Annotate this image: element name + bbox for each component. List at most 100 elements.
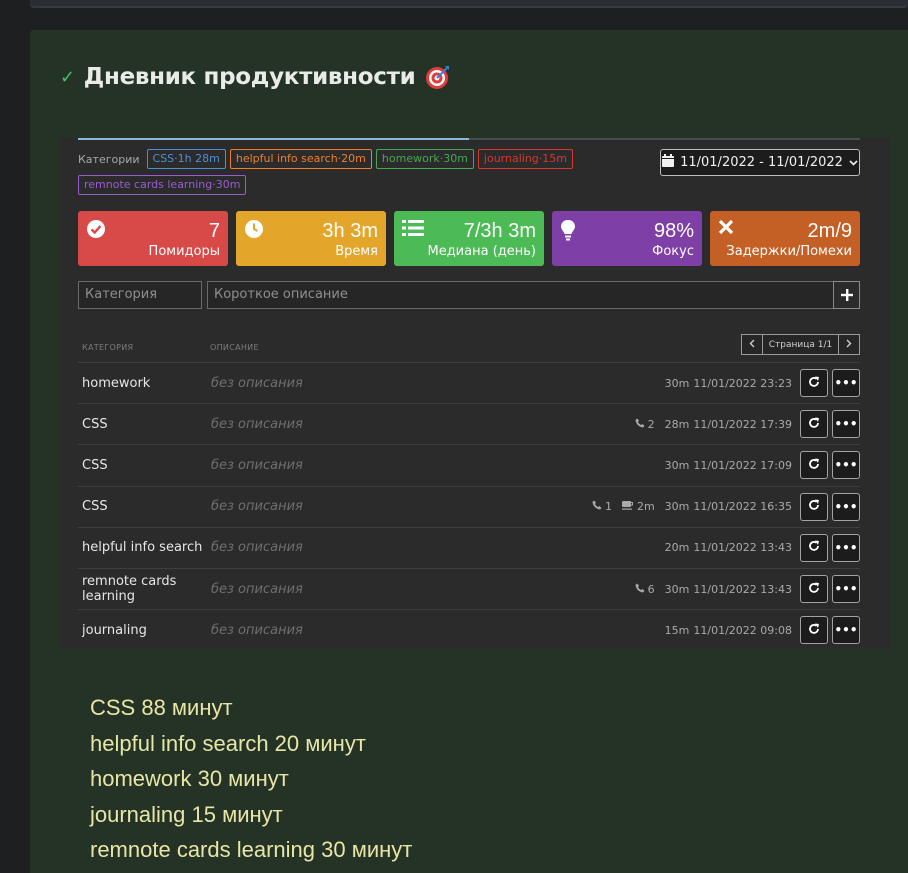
repeat-button[interactable] — [800, 533, 828, 562]
stat-label: Помидоры — [148, 244, 220, 259]
entry-datetime: 11/01/2022 16:35 — [693, 500, 792, 514]
more-button[interactable]: ••• — [832, 616, 860, 645]
entry-category: CSS — [82, 416, 108, 432]
page-title: Дневник продуктивности — [83, 64, 416, 90]
entry-category: CSS — [82, 457, 108, 473]
redo-icon — [808, 499, 820, 514]
phone-icon — [635, 418, 645, 431]
prev-page-button[interactable] — [741, 334, 763, 355]
stat-label: Фокус — [652, 244, 694, 259]
times-icon — [718, 219, 734, 239]
top-bar — [30, 0, 908, 8]
entry-duration: 15m — [664, 623, 690, 637]
entry-datetime: 11/01/2022 13:43 — [693, 582, 792, 596]
entry-datetime: 11/01/2022 23:23 — [693, 376, 792, 390]
category-input[interactable]: Категория — [78, 281, 202, 309]
table-row: helpful info search без описания 20m 11/01/… — [78, 526, 860, 568]
ellipsis-icon: ••• — [834, 582, 858, 597]
category-tag[interactable]: journaling·15m — [477, 149, 573, 169]
stat-value: 7 — [208, 220, 220, 242]
entry-description: без описания — [211, 499, 303, 515]
chevron-right-icon — [846, 339, 852, 351]
date-range-picker[interactable]: 11/01/2022 - 11/01/2022 — [660, 149, 860, 176]
page-title-row: ✓ Дневник продуктивности — [60, 64, 451, 90]
entry-description: без описания — [211, 416, 303, 432]
column-description: ОПИСАНИЕ — [210, 343, 259, 352]
repeat-button[interactable] — [800, 369, 828, 398]
add-button[interactable] — [833, 281, 860, 309]
stat-card: 98% Фокус — [552, 211, 702, 266]
entry-meta: 30m 11/01/2022 23:23 — [665, 377, 792, 390]
note-panel: ✓ Дневник продуктивности Категории CSS·1… — [30, 30, 908, 873]
redo-icon — [808, 623, 820, 638]
phone-icon — [635, 583, 645, 596]
stat-value: 3h 3m — [322, 220, 378, 242]
table-row: remnote cards learning без описания 6 30m 11… — [78, 567, 860, 609]
entry-datetime: 11/01/2022 09:08 — [693, 623, 792, 637]
more-button[interactable]: ••• — [832, 451, 860, 480]
more-button[interactable]: ••• — [832, 533, 860, 562]
entry-datetime: 11/01/2022 17:09 — [693, 458, 792, 472]
summary-list: CSS 88 минут helpful info search 20 минут… — [90, 690, 412, 868]
stat-value: 98% — [653, 220, 694, 242]
repeat-button[interactable] — [800, 575, 828, 604]
entry-description: без описания — [211, 457, 303, 473]
repeat-button[interactable] — [800, 451, 828, 480]
repeat-button[interactable] — [800, 616, 828, 645]
table-row: CSS без описания 1 2m 30m 11/01/2022 16:35 ••• — [78, 485, 860, 527]
summary-line: remnote cards learning 30 минут — [90, 837, 413, 863]
entry-category: helpful info search — [82, 540, 203, 556]
entry-meta: 6 30m 11/01/2022 13:43 — [635, 583, 792, 596]
entry-description: без описания — [211, 540, 303, 556]
more-button[interactable]: ••• — [832, 492, 860, 521]
category-tag[interactable]: remnote cards learning·30m — [78, 175, 247, 195]
more-button[interactable]: ••• — [832, 410, 860, 439]
description-input[interactable]: Короткое описание — [207, 281, 833, 309]
redo-icon — [808, 582, 820, 597]
phone-icon — [592, 500, 602, 513]
category-tags: Категории CSS·1h 28m helpful info search·… — [78, 149, 578, 195]
more-button[interactable]: ••• — [832, 369, 860, 398]
entry-category: remnote cards learning — [82, 574, 177, 605]
progress-track — [78, 138, 860, 140]
category-tag[interactable]: homework·30m — [375, 149, 474, 169]
repeat-button[interactable] — [800, 410, 828, 439]
ellipsis-icon: ••• — [834, 623, 858, 638]
table-row: journaling без описания 15m 11/01/2022 09:0… — [78, 609, 860, 650]
check-circle-icon — [86, 219, 106, 243]
entry-duration: 30m — [664, 500, 690, 514]
repeat-button[interactable] — [800, 492, 828, 521]
entry-description: без описания — [211, 581, 303, 597]
redo-icon — [808, 458, 820, 473]
more-button[interactable]: ••• — [832, 575, 860, 604]
summary-line: helpful info search 20 минут — [90, 730, 366, 756]
calendar-icon — [662, 154, 675, 171]
entry-datetime: 11/01/2022 13:43 — [693, 541, 792, 555]
category-tag[interactable]: helpful info search·20m — [229, 149, 372, 169]
category-tag[interactable]: CSS·1h 28m — [146, 149, 226, 169]
next-page-button[interactable] — [838, 334, 860, 355]
stat-value: 7/3h 3m — [463, 220, 536, 242]
target-icon — [425, 64, 451, 90]
table-row: CSS без описания 2 28m 11/01/2022 17:39 ••• — [78, 403, 860, 444]
page-indicator: Страница 1/1 — [763, 334, 838, 355]
clock-icon — [244, 219, 264, 243]
entry-duration: 30m — [664, 582, 690, 596]
entry-category: CSS — [82, 499, 108, 515]
entry-duration: 20m — [664, 541, 690, 555]
entry-meta: 30m 11/01/2022 17:09 — [665, 459, 792, 472]
ellipsis-icon: ••• — [834, 417, 858, 432]
ellipsis-icon: ••• — [834, 458, 858, 473]
summary-line: journaling 15 минут — [90, 801, 283, 827]
table-header: КАТЕГОРИЯ ОПИСАНИЕ Страница 1/1 — [78, 334, 860, 362]
stat-card: 7 Помидоры — [78, 211, 228, 266]
entry-datetime: 11/01/2022 17:39 — [693, 417, 792, 431]
entry-duration: 28m — [664, 417, 690, 431]
ellipsis-icon: ••• — [834, 376, 858, 391]
stat-label: Медиана (день) — [427, 244, 536, 259]
entry-category: journaling — [82, 622, 147, 638]
entry-meta: 15m 11/01/2022 09:08 — [665, 624, 792, 637]
stat-cards: 7 Помидоры 3h 3m Время 7/3h 3m Медиана (день)… — [78, 211, 860, 266]
entry-description: без описания — [211, 622, 303, 638]
summary-line: homework 30 минут — [90, 766, 289, 792]
